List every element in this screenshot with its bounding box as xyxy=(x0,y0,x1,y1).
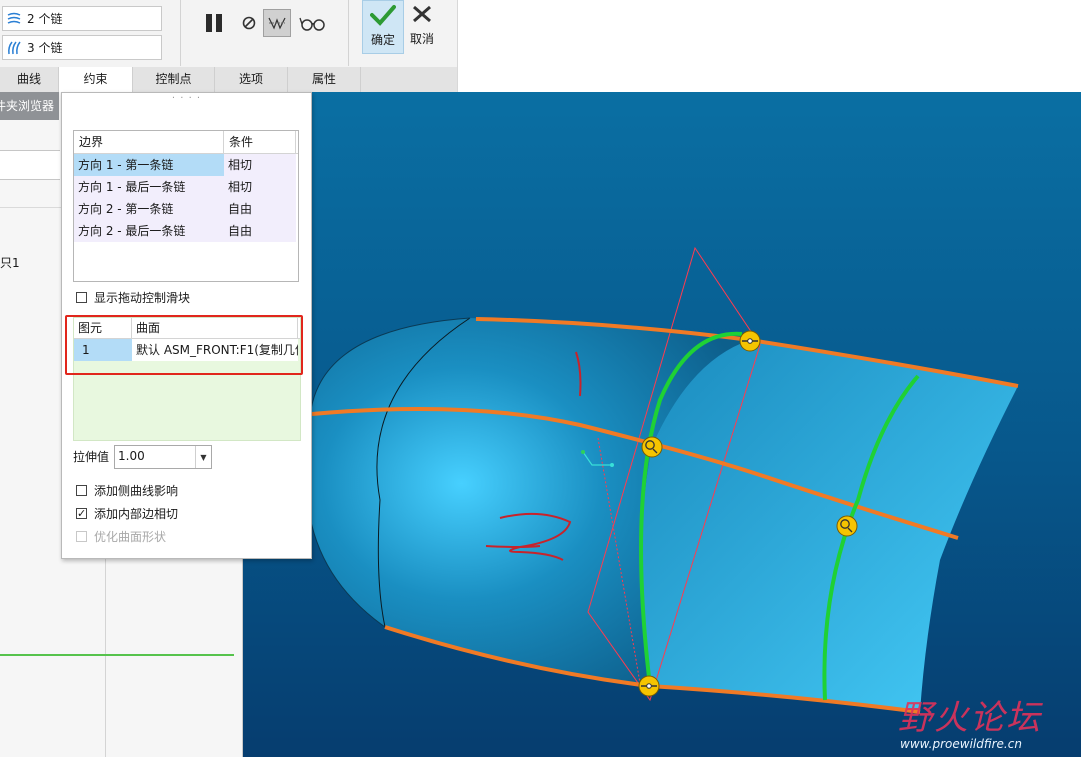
column-header-condition[interactable]: 条件 xyxy=(224,131,296,153)
constraints-panel: · · · · 边界 条件 方向 1 - 第一条链 相切 方向 1 - 最后一条… xyxy=(61,92,312,559)
tab-options[interactable]: 选项 xyxy=(215,67,288,92)
feature-preview-icon[interactable] xyxy=(263,9,291,37)
boundary-cell: 方向 1 - 第一条链 xyxy=(74,154,224,176)
chain-curves-icon xyxy=(3,39,25,57)
cancel-label: 取消 xyxy=(409,32,434,46)
table-row[interactable]: 方向 2 - 第一条链 自由 xyxy=(74,198,298,220)
chain-collector-1[interactable]: 2 个链 xyxy=(2,6,162,31)
ok-button[interactable]: 确定 xyxy=(362,0,404,54)
boundary-cell: 方向 1 - 最后一条链 xyxy=(74,176,224,198)
drag-handle xyxy=(836,515,858,537)
tab-curves[interactable]: 曲线 xyxy=(0,67,59,92)
tab-control-points[interactable]: 控制点 xyxy=(133,67,215,92)
pause-icon[interactable] xyxy=(200,10,228,36)
chain-curves-icon xyxy=(3,10,25,28)
show-drag-handles-checkbox[interactable]: 显示拖动控制滑块 xyxy=(76,289,190,306)
watermark: 野火论坛 www.proewildfire.cn xyxy=(898,690,1078,751)
condition-cell[interactable]: 自由 xyxy=(224,198,296,220)
drag-handle xyxy=(641,436,663,458)
glasses-icon[interactable] xyxy=(298,12,328,34)
add-side-curve-influence-checkbox[interactable]: 添加侧曲线影响 xyxy=(76,482,178,499)
condition-cell[interactable]: 自由 xyxy=(224,220,296,242)
drag-handle xyxy=(739,330,761,352)
stretch-value-combobox[interactable]: 1.00 ▼ xyxy=(114,445,212,469)
checkbox-box xyxy=(76,531,87,542)
chain-collector-label: 2 个链 xyxy=(27,12,63,26)
checkbox-box[interactable] xyxy=(76,292,87,303)
drag-handle xyxy=(638,675,660,697)
checkmark-icon xyxy=(370,4,396,29)
panel-grip[interactable]: · · · · xyxy=(62,93,311,105)
add-inner-edge-tangency-checkbox[interactable]: ✓ 添加内部边相切 xyxy=(76,505,178,522)
boundary-surface xyxy=(640,340,1018,712)
tab-bar: 曲线 约束 控制点 选项 属性 xyxy=(0,67,457,92)
highlight-line xyxy=(0,654,234,656)
tree-item-label[interactable]: 只1 xyxy=(0,254,20,271)
highlight-box xyxy=(65,315,303,375)
table-row[interactable]: 方向 2 - 最后一条链 自由 xyxy=(74,220,298,242)
boundary-table: 边界 条件 方向 1 - 第一条链 相切 方向 1 - 最后一条链 相切 方向 … xyxy=(73,130,299,282)
tree-filter-input[interactable] xyxy=(0,150,60,180)
condition-cell[interactable]: 相切 xyxy=(224,176,296,198)
folder-browser-tab[interactable]: 件夹浏览器 xyxy=(0,92,59,120)
ribbon: 2 个链 3 个链 确定 取消 曲线 约束 控制点 选项 属性 xyxy=(0,0,458,92)
ok-label: 确定 xyxy=(370,33,395,47)
table-row[interactable]: 方向 1 - 第一条链 相切 xyxy=(74,154,298,176)
checkbox-box[interactable]: ✓ xyxy=(76,508,87,519)
stretch-value-label: 拉伸值 xyxy=(73,450,110,464)
watermark-url: www.proewildfire.cn xyxy=(900,737,1022,751)
divider xyxy=(180,0,181,66)
checkbox-box[interactable] xyxy=(76,485,87,496)
chevron-down-icon[interactable]: ▼ xyxy=(195,446,211,468)
condition-cell[interactable]: 相切 xyxy=(224,154,296,176)
tab-properties[interactable]: 属性 xyxy=(288,67,361,92)
divider xyxy=(348,0,349,66)
checkbox-label: 显示拖动控制滑块 xyxy=(94,291,191,305)
table-header: 边界 条件 xyxy=(74,131,298,154)
column-header-boundary[interactable]: 边界 xyxy=(74,131,224,153)
tab-constraints[interactable]: 约束 xyxy=(59,67,133,92)
graphics-viewport[interactable]: 野火论坛 www.proewildfire.cn xyxy=(243,92,1081,757)
cancel-button[interactable]: 取消 xyxy=(402,0,442,52)
watermark-logo: 野火论坛 xyxy=(898,698,1042,738)
stretch-value[interactable]: 1.00 xyxy=(115,446,195,468)
close-icon xyxy=(412,5,432,26)
optimize-surface-shape-checkbox: 优化曲面形状 xyxy=(76,528,166,545)
chain-collector-2[interactable]: 3 个链 xyxy=(2,35,162,60)
checkbox-label: 添加侧曲线影响 xyxy=(94,484,179,498)
no-preview-icon[interactable] xyxy=(238,12,260,34)
checkbox-label: 添加内部边相切 xyxy=(94,507,179,521)
checkbox-label: 优化曲面形状 xyxy=(94,530,167,544)
boundary-cell: 方向 2 - 第一条链 xyxy=(74,198,224,220)
boundary-cell: 方向 2 - 最后一条链 xyxy=(74,220,224,242)
table-row[interactable]: 方向 1 - 最后一条链 相切 xyxy=(74,176,298,198)
chain-collector-label: 3 个链 xyxy=(27,41,63,55)
divider xyxy=(105,555,106,757)
